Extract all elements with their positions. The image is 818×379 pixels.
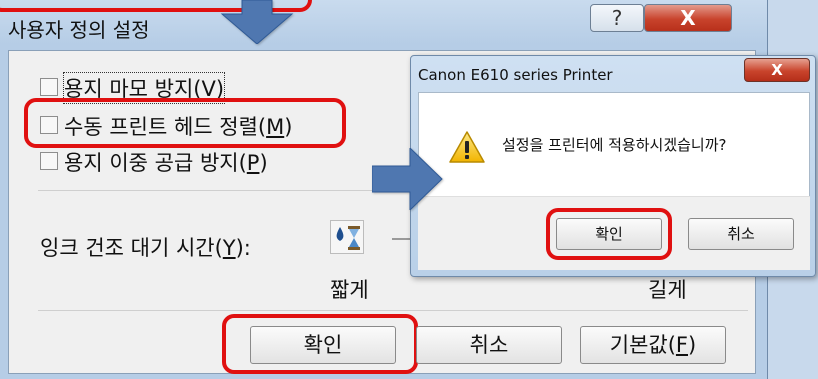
- warning-icon: [448, 130, 486, 164]
- default-button[interactable]: 기본값(F): [580, 326, 726, 364]
- arrow-right-icon: [371, 146, 444, 212]
- help-button[interactable]: ?: [590, 4, 644, 32]
- close-icon: X: [680, 6, 696, 30]
- help-icon: ?: [611, 6, 623, 30]
- confirm-close-button[interactable]: X: [744, 58, 810, 82]
- double-feed-prevention-label: 용지 이중 공급 방지(P): [64, 151, 268, 175]
- close-icon: X: [771, 61, 783, 79]
- ink-dry-time-label: 잉크 건조 대기 시간(Y):: [40, 236, 251, 260]
- confirm-cancel-button[interactable]: 취소: [688, 218, 794, 250]
- slider-short-label: 짧게: [330, 278, 369, 302]
- confirm-dialog-title: Canon E610 series Printer: [418, 66, 613, 84]
- double-feed-prevention-checkbox[interactable]: [40, 152, 58, 170]
- annotation-box-checkbox: [24, 98, 346, 148]
- annotation-box-confirm-ok: [546, 208, 672, 260]
- divider: [38, 310, 748, 311]
- paper-abrasion-checkbox[interactable]: [40, 78, 58, 96]
- confirm-message: 설정을 프린터에 적용하시겠습니까?: [502, 136, 727, 154]
- slider-long-label: 길게: [648, 278, 687, 302]
- annotation-box-ok: [222, 314, 418, 374]
- dialog-title: 사용자 정의 설정: [8, 18, 150, 42]
- ink-drop-hourglass-icon: [330, 220, 364, 254]
- cancel-button[interactable]: 취소: [416, 326, 562, 364]
- close-button[interactable]: X: [644, 4, 732, 32]
- arrow-down-icon: [220, 0, 294, 45]
- slider-track[interactable]: [392, 238, 412, 240]
